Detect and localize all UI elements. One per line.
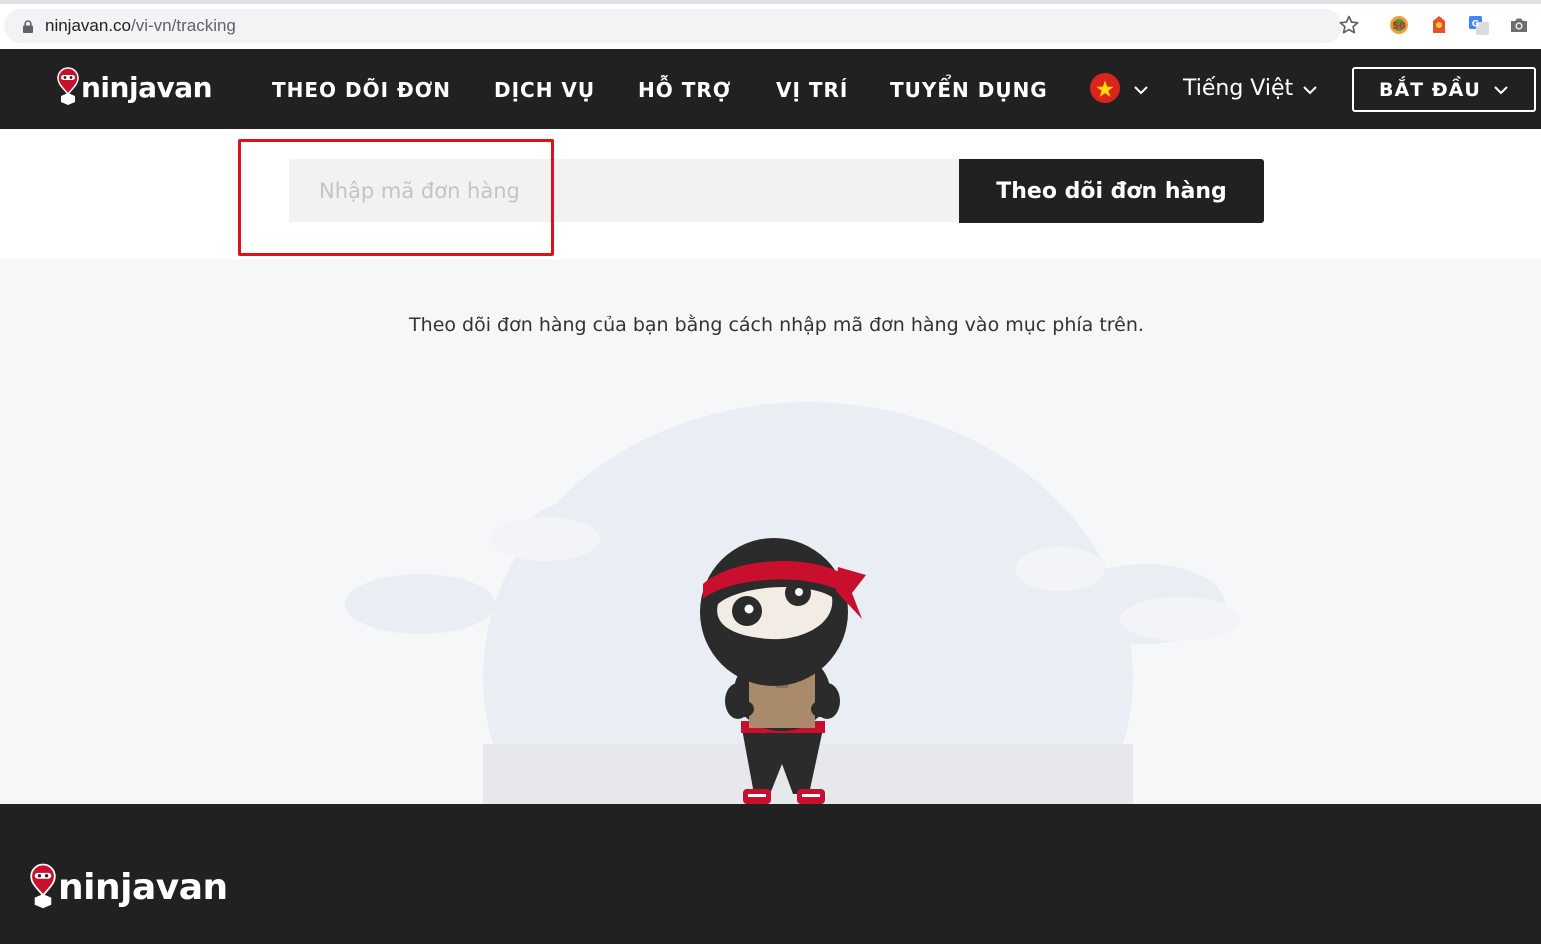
- tracking-hint-text: Theo dõi đơn hàng của bạn bằng cách nhập…: [409, 314, 1144, 336]
- ninja-pin-logo-icon: [30, 863, 56, 909]
- language-selector[interactable]: Tiếng Việt: [1183, 76, 1293, 101]
- browser-toolbar: ninjavan.co/vi-vn/tracking 50 G: [0, 0, 1541, 49]
- url-host: ninjavan.co: [45, 16, 132, 35]
- svg-text:G: G: [1472, 20, 1479, 30]
- tracking-result-area: Theo dõi đơn hàng của bạn bằng cách nhập…: [0, 259, 1541, 804]
- tracking-search-section: Theo dõi đơn hàng: [0, 129, 1541, 259]
- ninjavan-logo[interactable]: ninjavan: [57, 67, 213, 107]
- track-order-button[interactable]: Theo dõi đơn hàng: [959, 159, 1264, 223]
- get-started-label: BẮT ĐẦU: [1379, 79, 1481, 101]
- translate-icon[interactable]: G: [1468, 14, 1490, 36]
- url-path: /vi-vn/tracking: [131, 16, 236, 35]
- url-text[interactable]: ninjavan.co/vi-vn/tracking: [45, 16, 236, 36]
- vietnam-flag-icon[interactable]: [1090, 73, 1120, 103]
- footer-logo-text: ninjavan: [58, 866, 228, 908]
- chevron-down-icon: [1494, 86, 1508, 95]
- site-header: ninjavan THEO DÕI ĐƠN DỊCH VỤ HỖ TRỢ VỊ …: [0, 49, 1541, 129]
- svg-text:50: 50: [1392, 21, 1406, 32]
- bookmark-star-icon[interactable]: [1338, 14, 1360, 36]
- chevron-down-icon[interactable]: [1302, 85, 1318, 95]
- ninja-mascot-illustration: [345, 402, 1240, 804]
- nav-locations[interactable]: VỊ TRÍ: [776, 78, 848, 102]
- camera-icon[interactable]: [1508, 14, 1530, 36]
- get-started-button[interactable]: BẮT ĐẦU: [1352, 67, 1536, 112]
- address-bar[interactable]: ninjavan.co/vi-vn/tracking: [4, 9, 1342, 43]
- ninjavan-footer-logo[interactable]: ninjavan: [30, 862, 228, 912]
- extension-icon[interactable]: [1428, 14, 1450, 36]
- extension-icon[interactable]: 50: [1388, 14, 1410, 36]
- logo-text: ninjavan: [81, 70, 213, 104]
- site-footer: ninjavan: [0, 804, 1541, 944]
- nav-track-order[interactable]: THEO DÕI ĐƠN: [272, 78, 451, 102]
- nav-services[interactable]: DỊCH VỤ: [494, 78, 595, 102]
- tab-strip-edge: [0, 0, 1541, 4]
- lock-icon[interactable]: [22, 20, 34, 33]
- chevron-down-icon[interactable]: [1133, 85, 1149, 95]
- ninja-pin-logo-icon: [57, 67, 79, 105]
- nav-support[interactable]: HỖ TRỢ: [638, 78, 731, 102]
- nav-careers[interactable]: TUYỂN DỤNG: [890, 78, 1048, 102]
- highlight-annotation-box: [238, 139, 554, 256]
